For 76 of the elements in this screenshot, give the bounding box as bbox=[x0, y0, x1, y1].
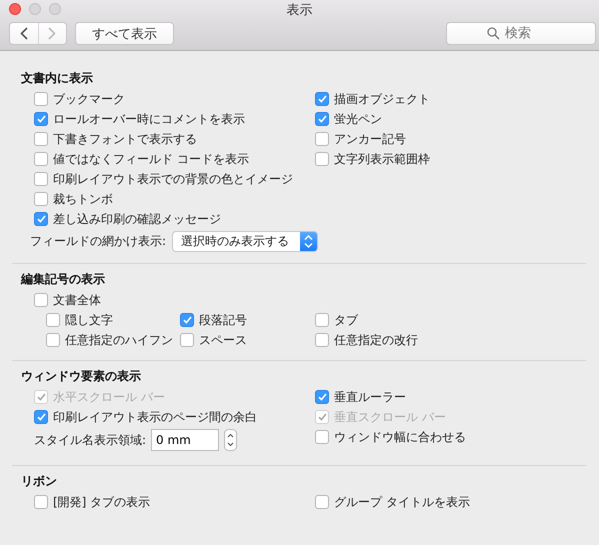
checkmark-icon bbox=[36, 115, 46, 123]
search-icon bbox=[487, 27, 500, 40]
checkbox-label: 文字列表示範囲枠 bbox=[334, 150, 430, 168]
checkbox-label: [開発] タブの表示 bbox=[53, 494, 150, 510]
checkmark-icon bbox=[318, 413, 326, 421]
checkbox[interactable] bbox=[315, 333, 329, 347]
checkbox[interactable] bbox=[315, 390, 329, 404]
checkbox-label: 文書全体 bbox=[53, 292, 101, 308]
checkbox-label: アンカー記号 bbox=[334, 130, 406, 148]
checkbox-label: スペース bbox=[199, 332, 247, 348]
checkbox[interactable] bbox=[34, 293, 48, 307]
show-all-button[interactable]: すべて表示 bbox=[75, 22, 174, 45]
section-heading: 編集記号の表示 bbox=[21, 271, 106, 287]
section-heading: ウィンドウ要素の表示 bbox=[21, 368, 142, 384]
checkbox-label: 蛍光ペン bbox=[334, 110, 382, 128]
checkbox[interactable] bbox=[34, 172, 48, 186]
minimize-button[interactable] bbox=[29, 3, 41, 15]
checkbox-label: 差し込み印刷の確認メッセージ bbox=[53, 210, 221, 228]
checkbox-label: 隠し文字 bbox=[65, 312, 113, 328]
checkbox[interactable] bbox=[180, 313, 194, 327]
field-label: フィールドの網かけ表示: bbox=[30, 232, 166, 250]
checkmark-icon bbox=[36, 413, 46, 421]
up-down-arrows-icon bbox=[300, 232, 318, 250]
checkbox-label: ロールオーバー時にコメントを表示 bbox=[53, 110, 245, 128]
popup-menu[interactable]: 選択時のみ表示する bbox=[172, 230, 318, 252]
checkbox-label: 任意指定の改行 bbox=[334, 332, 418, 348]
checkbox[interactable] bbox=[34, 192, 48, 206]
stepper-icon[interactable] bbox=[224, 429, 238, 451]
checkbox-label: 裁ちトンボ bbox=[53, 190, 113, 208]
checkbox-label: 印刷レイアウト表示のページ間の余白 bbox=[53, 408, 257, 426]
field-label: スタイル名表示領域: bbox=[34, 432, 146, 448]
checkbox[interactable] bbox=[46, 313, 60, 327]
checkbox[interactable] bbox=[315, 430, 329, 444]
checkbox-label: グループ タイトルを表示 bbox=[334, 494, 470, 510]
checkbox[interactable] bbox=[34, 495, 48, 509]
checkbox-label: タブ bbox=[334, 312, 358, 328]
zoom-button[interactable] bbox=[49, 3, 61, 15]
checkbox[interactable] bbox=[315, 132, 329, 146]
checkbox[interactable] bbox=[34, 112, 48, 126]
checkbox[interactable] bbox=[34, 92, 48, 106]
chevron-right-icon bbox=[48, 27, 56, 40]
checkbox[interactable] bbox=[34, 132, 48, 146]
checkbox-label: ウィンドウ幅に合わせる bbox=[334, 428, 466, 446]
search-field[interactable]: 検索 bbox=[446, 22, 596, 45]
checkbox[interactable] bbox=[46, 333, 60, 347]
close-button[interactable] bbox=[9, 3, 21, 15]
checkbox-label: 垂直ルーラー bbox=[334, 388, 406, 406]
checkbox[interactable] bbox=[34, 410, 48, 424]
checkmark-icon bbox=[318, 115, 326, 123]
checkbox[interactable] bbox=[315, 152, 329, 166]
checkmark-icon bbox=[36, 393, 46, 401]
chevron-left-icon bbox=[20, 27, 28, 40]
checkmark-icon bbox=[318, 393, 326, 401]
checkmark-icon bbox=[36, 215, 46, 223]
checkbox-label: ブックマーク bbox=[53, 90, 125, 108]
checkbox[interactable] bbox=[315, 313, 329, 327]
checkbox[interactable] bbox=[180, 333, 194, 347]
checkmark-icon bbox=[182, 316, 192, 324]
checkbox-label: 値ではなくフィールド コードを表示 bbox=[53, 150, 249, 168]
window-title: 表示 bbox=[286, 2, 312, 19]
checkbox[interactable] bbox=[315, 112, 329, 126]
section-heading: 文書内に表示 bbox=[21, 70, 94, 86]
number-field[interactable]: 0 mm bbox=[151, 429, 220, 451]
checkbox[interactable] bbox=[34, 152, 48, 166]
checkmark-icon bbox=[318, 95, 326, 103]
checkbox-label: 垂直スクロール バー bbox=[334, 408, 446, 426]
section-heading: リボン bbox=[21, 473, 58, 489]
checkbox-label: 任意指定のハイフン bbox=[65, 332, 173, 348]
checkbox[interactable] bbox=[315, 495, 329, 509]
checkbox[interactable] bbox=[34, 212, 48, 226]
checkbox-label: 段落記号 bbox=[199, 312, 247, 328]
checkbox-label: 描画オブジェクト bbox=[334, 90, 430, 108]
checkbox-label: 下書きフォントで表示する bbox=[53, 130, 197, 148]
checkbox-label: 水平スクロール バー bbox=[53, 388, 165, 406]
checkbox-label: 印刷レイアウト表示での背景の色とイメージ bbox=[53, 170, 293, 188]
checkbox[interactable] bbox=[315, 92, 329, 106]
